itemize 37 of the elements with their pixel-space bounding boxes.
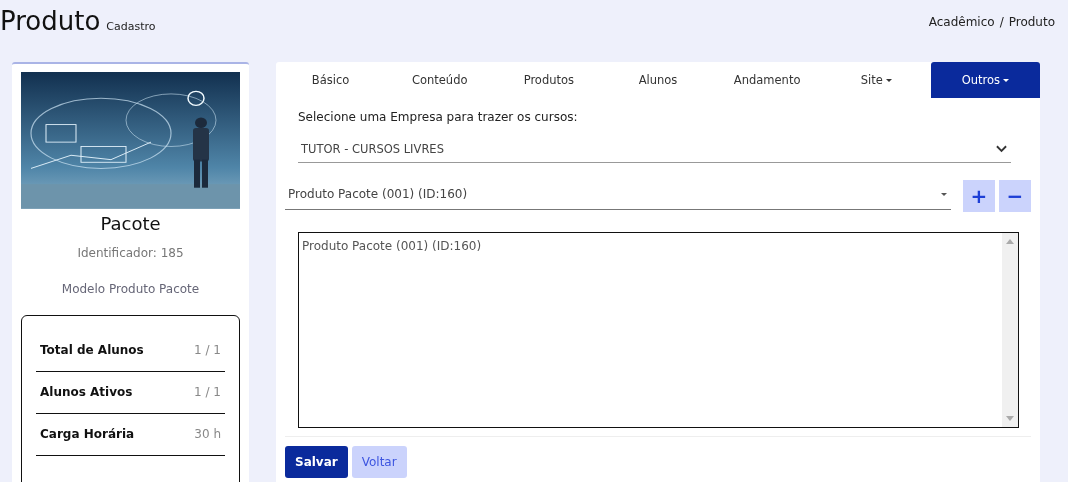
scroll-up-icon[interactable]: [1006, 239, 1014, 244]
company-label: Selecione uma Empresa para trazer os cursos:: [298, 110, 579, 124]
tab[interactable]: Andamento: [712, 62, 822, 98]
remove-button[interactable]: −: [999, 180, 1031, 212]
stat-value: 1 / 1: [194, 343, 221, 358]
list-item[interactable]: Produto Pacote (001) (ID:160): [302, 239, 999, 253]
stat-value: 30 h: [194, 427, 221, 442]
breadcrumb-item: /: [999, 15, 1004, 29]
tab[interactable]: Básico: [276, 62, 386, 98]
breadcrumb-item: Produto: [1008, 15, 1055, 29]
breadcrumb-item: Acadêmico: [928, 15, 995, 29]
chevron-down-icon: [996, 145, 1007, 153]
page-title: Produto: [0, 6, 101, 36]
product-identifier: Identificador: 185: [77, 245, 184, 260]
company-select[interactable]: TUTOR - CURSOS LIVRES: [298, 136, 1011, 163]
back-button[interactable]: Voltar: [351, 446, 407, 478]
scroll-down-icon[interactable]: [1006, 416, 1014, 421]
stat-label: Carga Horária: [40, 427, 135, 442]
product-name: Pacote: [100, 212, 161, 234]
stat-label: Total de Alunos: [40, 343, 144, 358]
caret-icon: [1003, 78, 1010, 82]
page-subtitle: Cadastro: [106, 20, 156, 33]
caret-icon: [885, 78, 892, 82]
product-model: Modelo Produto Pacote: [61, 281, 200, 296]
stat-value: 1 / 1: [194, 385, 221, 400]
save-button[interactable]: Salvar: [285, 446, 348, 478]
product-select[interactable]: Produto Pacote (001) (ID:160): [285, 179, 951, 210]
add-button[interactable]: +: [963, 180, 995, 212]
tab[interactable]: Alunos: [603, 62, 713, 98]
tab[interactable]: Site: [821, 62, 931, 98]
tab[interactable]: Produtos: [494, 62, 604, 98]
tab[interactable]: Conteúdo: [385, 62, 495, 98]
stat-label: Alunos Ativos: [40, 385, 133, 400]
product-listbox[interactable]: Produto Pacote (001) (ID:160): [298, 232, 1019, 428]
caret-icon: [941, 192, 947, 196]
tab[interactable]: Outros: [930, 62, 1040, 98]
scrollbar[interactable]: [1002, 233, 1018, 427]
